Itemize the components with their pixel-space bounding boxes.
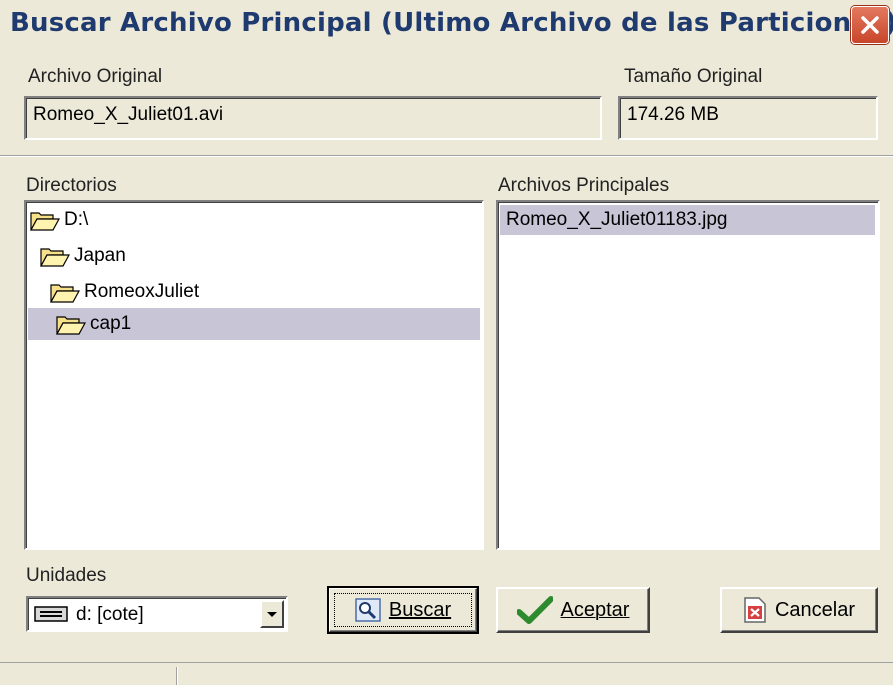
title-bar: Buscar Archivo Principal (Ultimo Archivo…	[0, 0, 893, 50]
open-folder-icon	[40, 248, 70, 267]
main-files-list[interactable]: Romeo_X_Juliet01183.jpg	[496, 200, 880, 550]
directory-item-romeoxjuliet[interactable]: RomeoxJuliet	[50, 276, 199, 308]
status-bar	[0, 662, 893, 685]
original-size-field: 174.26 MB	[618, 96, 878, 140]
close-icon	[861, 16, 879, 34]
directory-item-label: Japan	[74, 245, 126, 266]
directory-item-japan[interactable]: Japan	[40, 240, 126, 272]
open-folder-icon	[30, 212, 60, 231]
cancel-button-label: Cancelar	[774, 598, 856, 621]
divider	[0, 155, 893, 157]
accept-button[interactable]: Aceptar	[496, 587, 650, 633]
drive-select-value: d: [cote]	[76, 604, 144, 625]
open-folder-icon	[56, 316, 86, 335]
search-button[interactable]: Buscar	[327, 586, 479, 634]
file-item[interactable]: Romeo_X_Juliet01183.jpg	[500, 205, 875, 235]
cancel-button[interactable]: Cancelar	[720, 587, 878, 633]
directory-item-label: D:\	[64, 209, 89, 230]
directory-item-d[interactable]: D:\	[30, 204, 88, 236]
drive-select[interactable]: d: [cote]	[26, 596, 288, 632]
drive-select-dropdown-button[interactable]	[260, 600, 284, 628]
status-divider	[176, 667, 178, 685]
directory-item-label: cap1	[90, 313, 132, 334]
checkmark-icon	[516, 596, 553, 624]
drives-label: Unidades	[26, 565, 107, 586]
open-folder-icon	[50, 284, 80, 303]
accept-button-label: Aceptar	[560, 598, 630, 621]
original-file-label: Archivo Original	[28, 66, 163, 87]
chevron-down-icon	[267, 612, 277, 617]
directories-label: Directorios	[26, 175, 117, 196]
drive-icon	[34, 606, 68, 622]
directory-tree[interactable]: D:\ Japan RomeoxJuliet cap1	[24, 200, 484, 550]
main-files-label: Archivos Principales	[498, 175, 670, 196]
original-size-label: Tamaño Original	[624, 66, 763, 87]
directory-item-cap1[interactable]: cap1	[28, 308, 480, 340]
original-file-field: Romeo_X_Juliet01.avi	[24, 96, 602, 140]
search-button-label: Buscar	[388, 598, 452, 621]
cancel-icon	[744, 597, 766, 623]
close-button[interactable]	[851, 6, 889, 44]
directory-item-label: RomeoxJuliet	[84, 281, 200, 302]
window-title: Buscar Archivo Principal (Ultimo Archivo…	[10, 8, 893, 38]
magnifier-icon	[355, 598, 381, 622]
